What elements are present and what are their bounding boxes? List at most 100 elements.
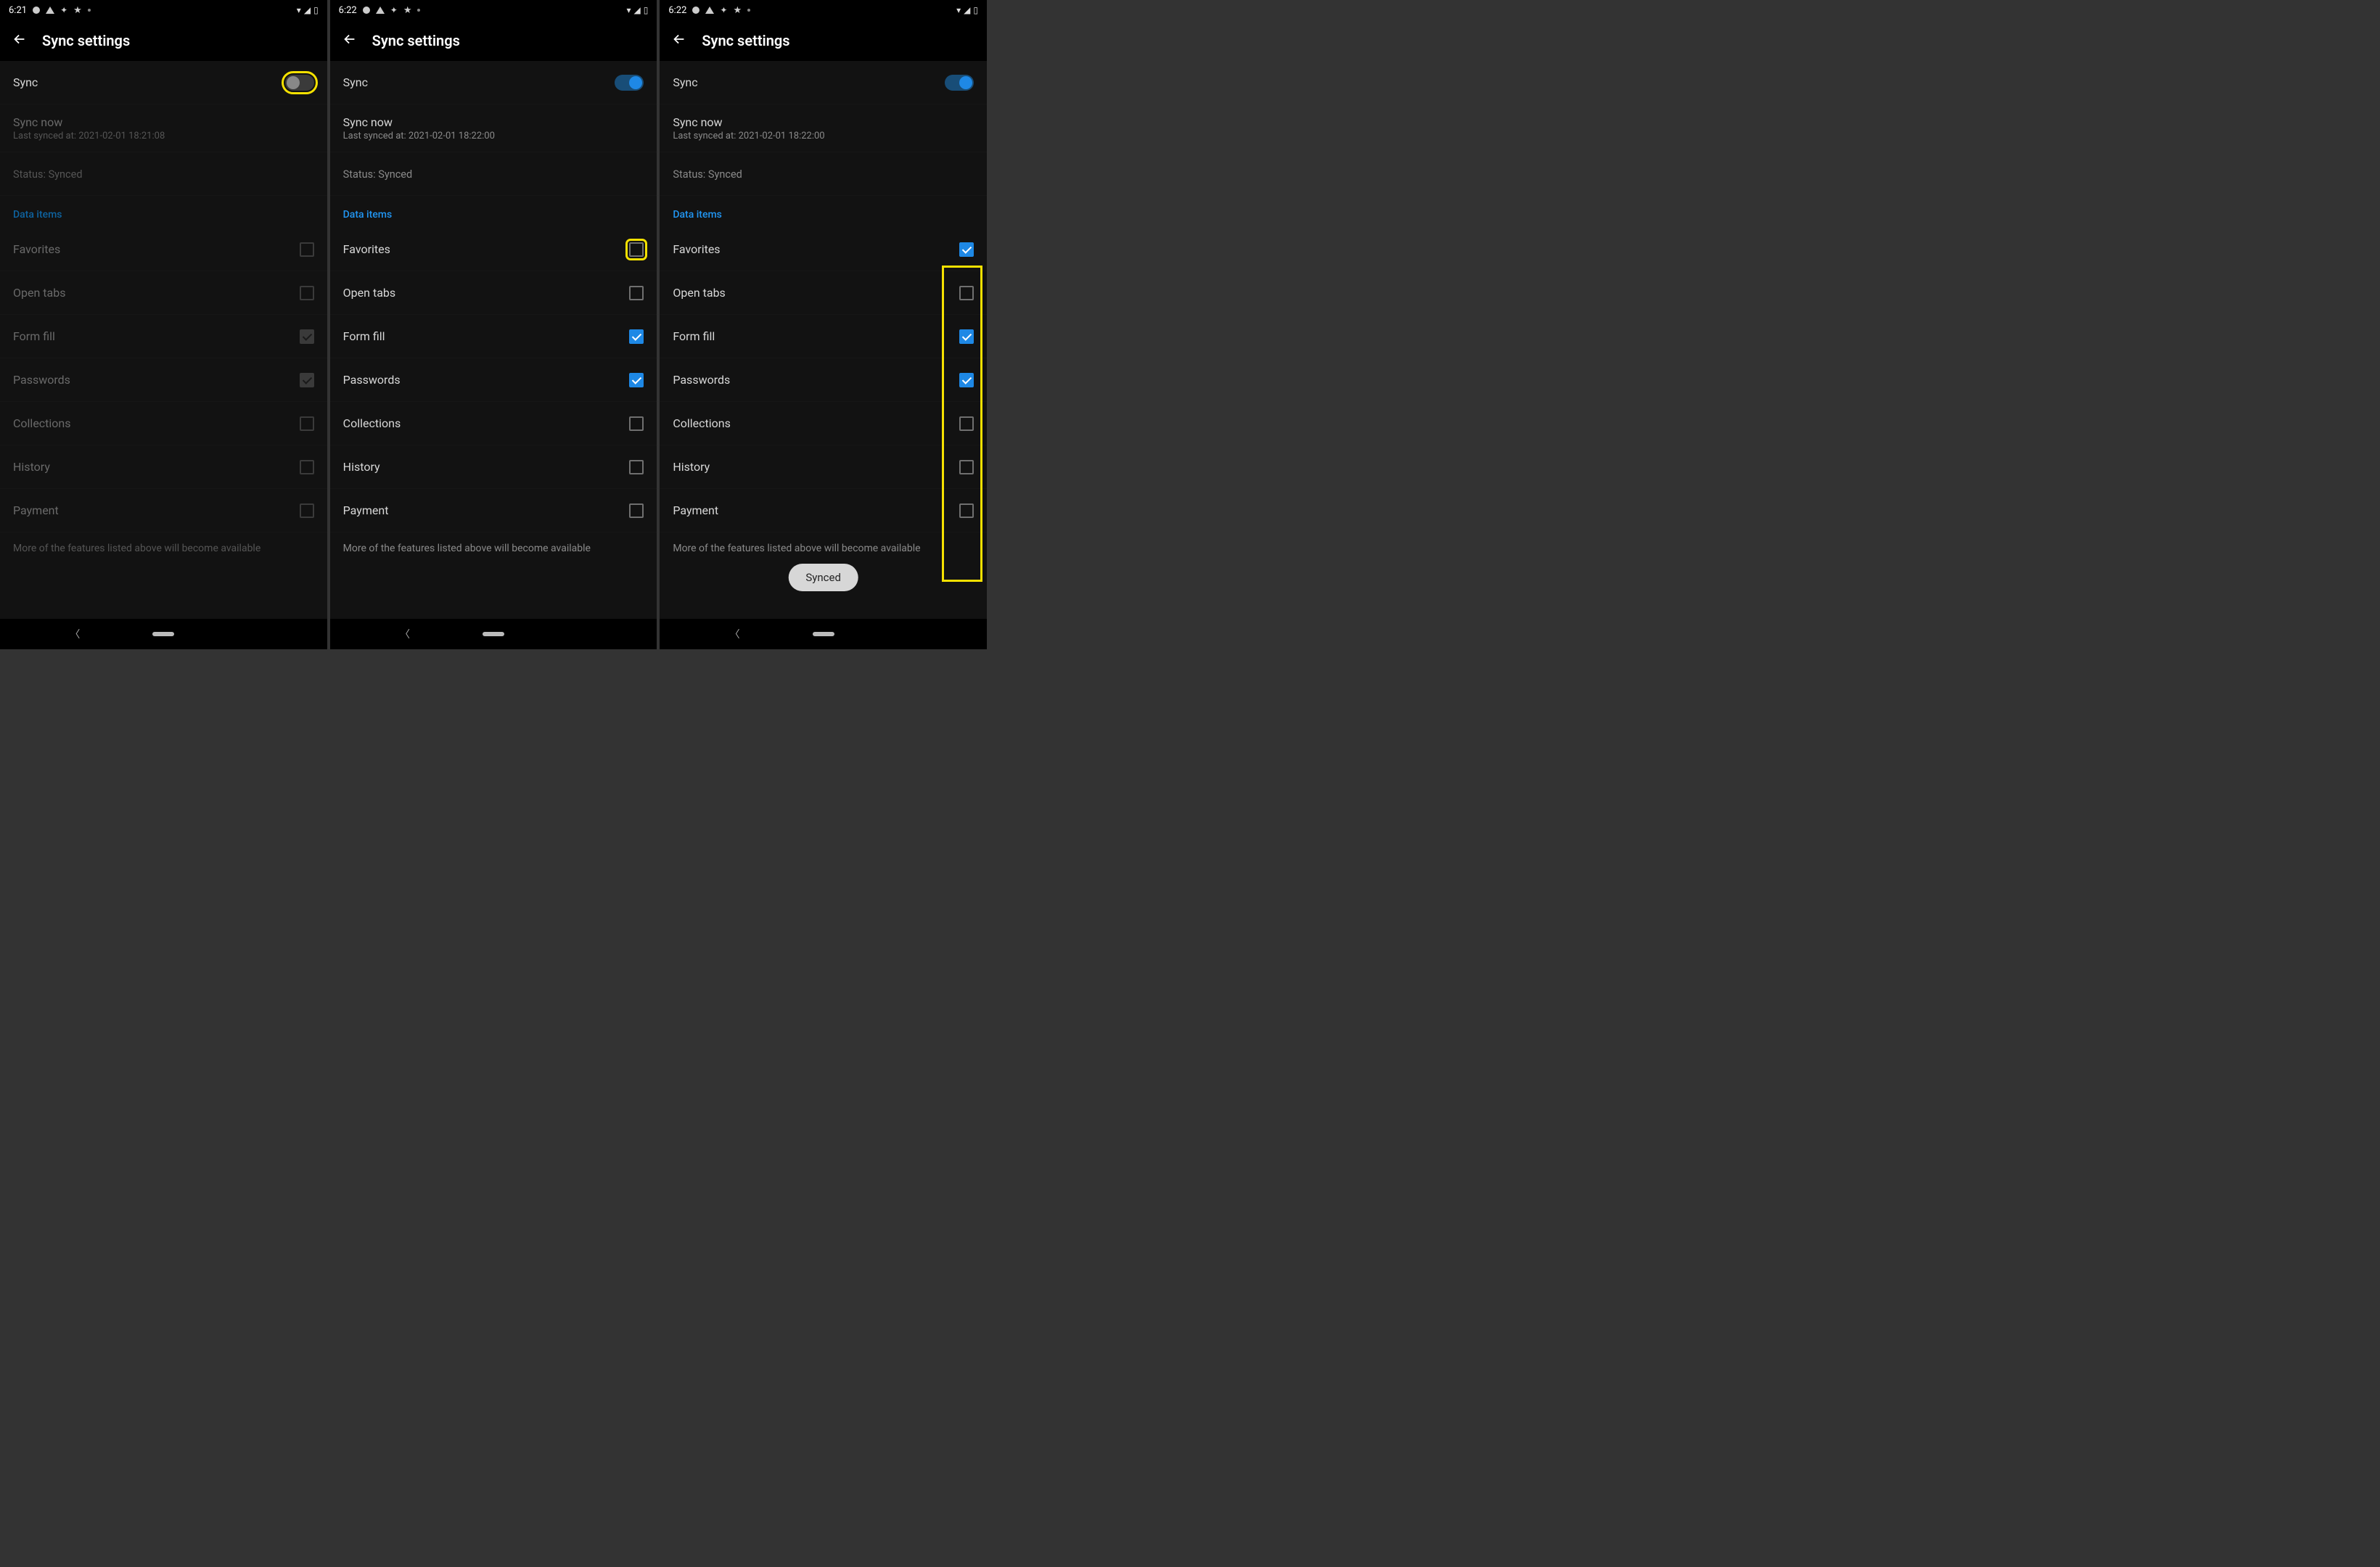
data-item-checkbox[interactable] [629, 503, 644, 518]
last-synced-label: Last synced at: 2021-02-01 18:22:00 [673, 131, 824, 141]
sync-toggle[interactable] [945, 75, 974, 91]
data-item-label: Collections [673, 416, 731, 430]
status-icon-star: ★ [733, 5, 742, 16]
data-item-checkbox[interactable] [959, 503, 974, 518]
data-item-checkbox[interactable] [959, 416, 974, 431]
footnote: More of the features listed above will b… [0, 532, 327, 564]
appbar: Sync settings [0, 20, 327, 61]
footnote: More of the features listed above will b… [330, 532, 657, 564]
battery-icon: ▯ [313, 5, 319, 15]
data-item-label: Favorites [673, 242, 720, 256]
back-button[interactable] [12, 31, 28, 50]
data-item-row[interactable]: Favorites [330, 228, 657, 271]
data-item-label: Payment [343, 503, 389, 517]
status-row: Status: Synced [660, 152, 987, 196]
statusbar: 6:22 ✦ ★ ▾ ◢ ▯ [660, 0, 987, 20]
status-label: Status: Synced [673, 168, 742, 181]
status-icon-star: ★ [73, 5, 82, 16]
data-item-row[interactable]: Form fill [660, 315, 987, 358]
back-button[interactable] [342, 31, 358, 50]
data-item-row[interactable]: Open tabs [660, 271, 987, 315]
data-item-label: Open tabs [13, 286, 65, 300]
wifi-icon: ▾ [956, 5, 961, 15]
sync-now-row: Sync now Last synced at: 2021-02-01 18:21… [0, 104, 327, 152]
data-item-label: Passwords [673, 373, 730, 387]
data-item-checkbox [300, 286, 314, 300]
last-synced-label: Last synced at: 2021-02-01 18:21:08 [13, 131, 165, 141]
nav-home-pill[interactable] [152, 632, 174, 636]
data-item-row[interactable]: History [330, 445, 657, 489]
status-icon-dot [33, 7, 40, 14]
data-item-row[interactable]: Collections [330, 402, 657, 445]
data-item-checkbox[interactable] [629, 329, 644, 344]
status-icon-triangle [705, 7, 714, 14]
data-item-row[interactable]: Passwords [330, 358, 657, 402]
data-item-label: Form fill [673, 329, 715, 343]
data-item-row: Passwords [0, 358, 327, 402]
data-item-label: Passwords [13, 373, 70, 387]
data-item-row[interactable]: History [660, 445, 987, 489]
nav-home-pill[interactable] [813, 632, 834, 636]
status-icon-notify: ✦ [720, 5, 727, 15]
data-item-row[interactable]: Payment [660, 489, 987, 532]
sync-now-label: Sync now [13, 115, 165, 129]
nav-home-pill[interactable] [483, 632, 504, 636]
wifi-icon: ▾ [297, 5, 301, 15]
screen-2: 6:22 ✦ ★ ▾ ◢ ▯ Sync settingsSyncSync now… [330, 0, 657, 649]
data-item-checkbox [300, 242, 314, 257]
data-item-label: History [13, 460, 50, 474]
sync-now-row[interactable]: Sync nowLast synced at: 2021-02-01 18:22… [660, 104, 987, 152]
data-items-header: Data items [660, 196, 987, 228]
data-item-row: Form fill [0, 315, 327, 358]
nav-back-icon[interactable]: 〈 [400, 627, 410, 641]
data-item-checkbox [300, 460, 314, 474]
data-item-label: Form fill [343, 329, 385, 343]
data-item-row[interactable]: Form fill [330, 315, 657, 358]
data-item-label: Open tabs [343, 286, 395, 300]
sync-toggle[interactable] [285, 75, 314, 91]
data-items-header: Data items [330, 196, 657, 228]
nav-back-icon[interactable]: 〈 [70, 627, 80, 641]
data-item-checkbox [300, 329, 314, 344]
data-item-label: Favorites [343, 242, 390, 256]
nav-back-icon[interactable]: 〈 [730, 627, 740, 641]
data-item-row: Collections [0, 402, 327, 445]
data-item-checkbox[interactable] [629, 373, 644, 387]
data-item-row[interactable]: Open tabs [330, 271, 657, 315]
battery-icon: ▯ [644, 5, 649, 15]
data-item-checkbox[interactable] [629, 416, 644, 431]
data-item-checkbox[interactable] [629, 460, 644, 474]
status-label: Status: Synced [343, 168, 413, 181]
data-item-row[interactable]: Passwords [660, 358, 987, 402]
data-item-row[interactable]: Favorites [660, 228, 987, 271]
data-item-checkbox[interactable] [959, 329, 974, 344]
sync-toggle-row[interactable]: Sync [0, 61, 327, 104]
sync-toggle-row[interactable]: Sync [660, 61, 987, 104]
content: Sync Sync now Last synced at: 2021-02-01 1… [330, 61, 657, 619]
data-item-checkbox[interactable] [959, 286, 974, 300]
statusbar: 6:21 ✦ ★ ▾ ◢ ▯ [0, 0, 327, 20]
sync-toggle-row[interactable]: Sync [330, 61, 657, 104]
data-item-label: Open tabs [673, 286, 725, 300]
data-item-row[interactable]: Collections [660, 402, 987, 445]
data-item-row: History [0, 445, 327, 489]
data-item-checkbox[interactable] [959, 373, 974, 387]
toast: Synced [788, 564, 858, 591]
sync-now-label: Sync now [343, 115, 495, 129]
last-synced-label: Last synced at: 2021-02-01 18:22:00 [343, 131, 495, 141]
data-item-checkbox[interactable] [629, 242, 644, 257]
data-item-checkbox[interactable] [629, 286, 644, 300]
data-item-label: Passwords [343, 373, 401, 387]
data-item-label: Favorites [13, 242, 60, 256]
data-item-row: Favorites [0, 228, 327, 271]
data-item-label: Collections [13, 416, 71, 430]
status-icon-dot [692, 7, 699, 14]
sync-toggle[interactable] [615, 75, 644, 91]
back-button[interactable] [671, 31, 687, 50]
sync-now-row[interactable]: Sync now Last synced at: 2021-02-01 18:22… [330, 104, 657, 152]
data-item-label: History [343, 460, 380, 474]
data-item-checkbox[interactable] [959, 460, 974, 474]
signal-icon: ◢ [304, 5, 311, 15]
data-item-row[interactable]: Payment [330, 489, 657, 532]
data-item-checkbox[interactable] [959, 242, 974, 257]
